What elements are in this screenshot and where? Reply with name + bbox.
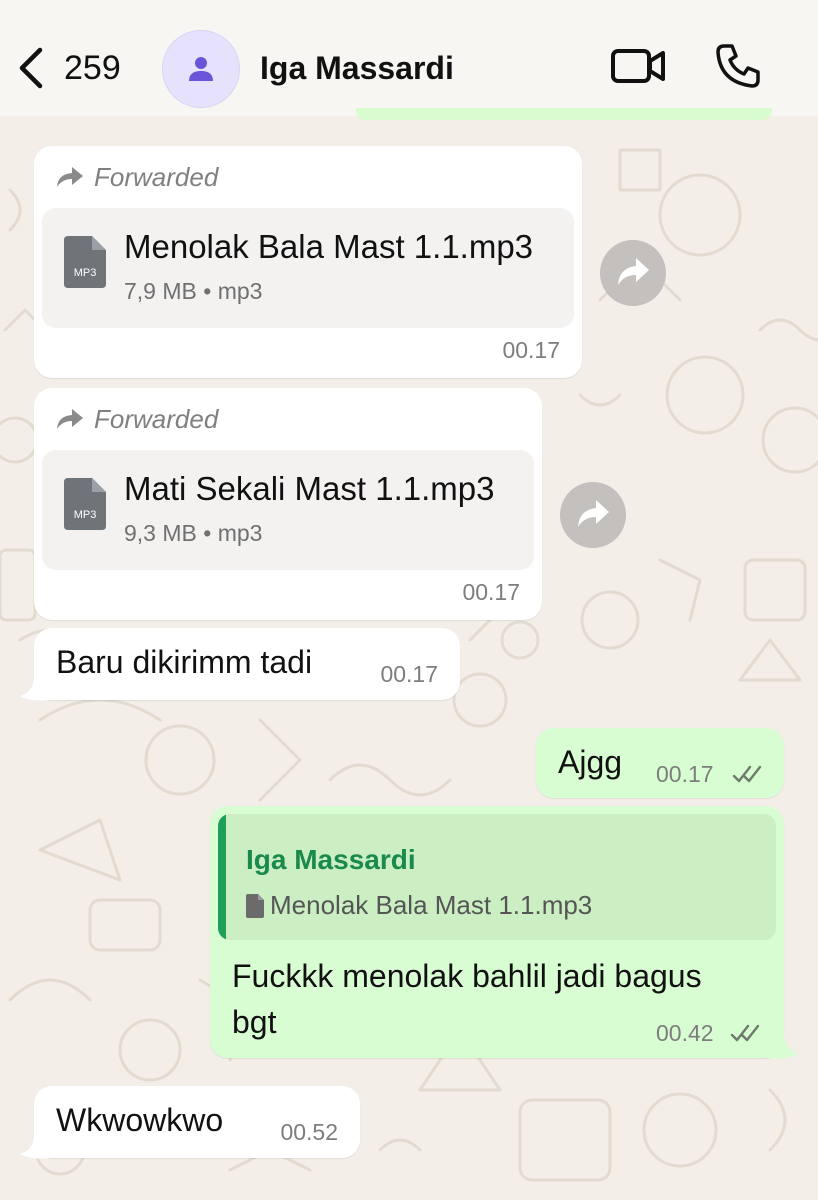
file-attachment[interactable]: MP3 Mati Sekali Mast 1.1.mp3 9,3 MB • mp… <box>42 450 534 570</box>
quoted-message[interactable]: Iga Massardi Menolak Bala Mast 1.1.mp3 <box>218 814 776 940</box>
file-name: Menolak Bala Mast 1.1.mp3 <box>124 228 534 265</box>
message-time: 00.52 <box>280 1119 338 1145</box>
share-arrow-icon <box>618 258 649 285</box>
file-type-label: MP3 <box>74 509 97 521</box>
previous-message-edge <box>356 108 772 120</box>
message-bubble-outgoing[interactable]: Ajgg 00.17 <box>536 728 784 798</box>
message-time: 00.17 <box>502 337 560 363</box>
forward-arrow-icon <box>57 409 83 429</box>
document-icon <box>246 893 264 918</box>
share-arrow-icon <box>578 500 609 527</box>
forward-arrow-icon <box>57 167 83 187</box>
forwarded-indicator: Forwarded <box>56 160 218 194</box>
bubble-tail <box>20 676 50 701</box>
quote-accent-bar <box>218 814 226 940</box>
phone-icon[interactable] <box>714 42 762 90</box>
message-text: Baru dikirimm tadi <box>56 644 313 680</box>
chat-header: 259 Iga Massardi <box>0 0 818 116</box>
message-text-line-1: Fuckkk menolak bahlil jadi bagus <box>232 958 702 994</box>
chevron-left-icon[interactable] <box>16 46 46 90</box>
message-time: 00.42 <box>656 1020 714 1046</box>
bubble-tail <box>768 1032 798 1059</box>
forward-button[interactable] <box>600 240 666 306</box>
bubble-tail <box>20 1134 50 1159</box>
forwarded-indicator: Forwarded <box>56 402 218 436</box>
forwarded-label: Forwarded <box>94 161 219 192</box>
audio-file-icon: MP3 <box>64 478 106 530</box>
message-bubble-incoming[interactable]: Baru dikirimm tadi 00.17 <box>34 628 460 700</box>
message-text: Ajgg <box>558 744 623 780</box>
message-bubble-outgoing[interactable]: Iga Massardi Menolak Bala Mast 1.1.mp3 F… <box>210 806 784 1058</box>
file-meta: 9,3 MB • mp3 <box>124 520 263 546</box>
message-time: 00.17 <box>380 661 438 687</box>
message-text: Wkwowkwo <box>56 1102 224 1138</box>
file-name: Mati Sekali Mast 1.1.mp3 <box>124 470 495 507</box>
message-bubble-incoming[interactable]: Forwarded MP3 Menolak Bala Mast 1.1.mp3 … <box>34 146 582 378</box>
avatar[interactable] <box>162 30 240 108</box>
forwarded-label: Forwarded <box>94 403 219 434</box>
message-text-line-2: bgt <box>232 1004 277 1040</box>
file-meta: 7,9 MB • mp3 <box>124 278 263 304</box>
read-receipt-icon <box>732 765 762 783</box>
contact-name[interactable]: Iga Massardi <box>260 46 454 90</box>
video-camera-icon[interactable] <box>610 46 666 86</box>
message-bubble-incoming[interactable]: Forwarded MP3 Mati Sekali Mast 1.1.mp3 9… <box>34 388 542 620</box>
forward-button[interactable] <box>560 482 626 548</box>
file-type-label: MP3 <box>74 267 97 279</box>
message-time: 00.17 <box>462 579 520 605</box>
read-receipt-icon <box>730 1024 760 1042</box>
file-attachment[interactable]: MP3 Menolak Bala Mast 1.1.mp3 7,9 MB • m… <box>42 208 574 328</box>
person-icon <box>189 57 213 81</box>
quoted-file: Menolak Bala Mast 1.1.mp3 <box>246 890 592 921</box>
quoted-sender-name: Iga Massardi <box>246 844 416 875</box>
quoted-file-name: Menolak Bala Mast 1.1.mp3 <box>270 890 593 920</box>
message-time: 00.17 <box>656 761 714 787</box>
audio-file-icon: MP3 <box>64 236 106 288</box>
message-bubble-incoming[interactable]: Wkwowkwo 00.52 <box>34 1086 360 1158</box>
unread-count[interactable]: 259 <box>64 46 121 90</box>
